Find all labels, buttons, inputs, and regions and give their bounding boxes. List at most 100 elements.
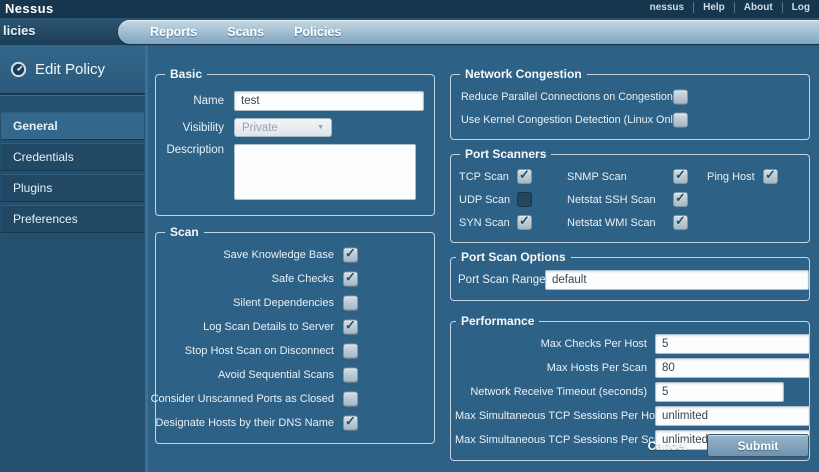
sidebar-item-credentials[interactable]: Credentials xyxy=(1,143,144,171)
checkbox-label: SNMP Scan xyxy=(567,171,673,183)
top-links: nessus Help About Log xyxy=(641,2,819,13)
designate-hosts-dns-checkbox[interactable] xyxy=(343,416,358,431)
chevron-down-icon: ▼ xyxy=(317,124,324,131)
top-link-help[interactable]: Help xyxy=(693,2,734,13)
sidebar-title: Edit Policy xyxy=(35,61,105,78)
tab-reports[interactable]: Reports xyxy=(150,25,197,39)
checkbox-label: Use Kernel Congestion Detection (Linux O… xyxy=(461,114,682,126)
safe-checks-checkbox[interactable] xyxy=(343,272,358,287)
sidebar-item-preferences[interactable]: Preferences xyxy=(1,205,144,233)
name-input[interactable] xyxy=(234,91,424,111)
checkbox-label: Avoid Sequential Scans xyxy=(218,369,334,381)
nessus-logo: Nessus xyxy=(5,1,54,16)
performance-row: Network Receive Timeout (seconds) xyxy=(455,380,805,404)
reduce-parallel-connections-checkbox[interactable] xyxy=(673,89,688,104)
checkbox-label: Netstat SSH Scan xyxy=(567,194,673,206)
scan-option-row: Designate Hosts by their DNS Name xyxy=(164,411,426,435)
scan-option-row: Avoid Sequential Scans xyxy=(164,363,426,387)
visibility-value: Private xyxy=(242,122,278,134)
netstat-ssh-scan-checkbox[interactable] xyxy=(673,192,688,207)
tcp-scan-checkbox[interactable] xyxy=(517,169,532,184)
scan-option-row: Consider Unscanned Ports as Closed xyxy=(164,387,426,411)
description-row: Description xyxy=(164,144,426,200)
port-scanners-section: Port Scanners TCP Scan SNMP Scan Ping Ho… xyxy=(450,147,810,243)
cancel-button[interactable]: Cancel xyxy=(648,439,687,453)
max-tcp-sessions-per-host-input[interactable] xyxy=(655,406,810,426)
page-title: licies xyxy=(3,23,36,38)
performance-legend: Performance xyxy=(456,314,539,328)
port-scanners-legend: Port Scanners xyxy=(460,147,551,161)
field-label: Max Hosts Per Scan xyxy=(455,362,647,374)
checkbox-label: SYN Scan xyxy=(459,217,517,229)
top-link-about[interactable]: About xyxy=(734,2,782,13)
checkbox-label: Consider Unscanned Ports as Closed xyxy=(151,393,334,405)
checkbox-label: Reduce Parallel Connections on Congestio… xyxy=(461,91,673,103)
ping-host-checkbox[interactable] xyxy=(763,169,778,184)
sidebar-item-general[interactable]: General xyxy=(1,112,144,140)
field-label: Max Checks Per Host xyxy=(455,338,647,350)
tab-scans[interactable]: Scans xyxy=(227,25,264,39)
top-bar: Nessus nessus Help About Log xyxy=(0,0,819,18)
scan-option-row: Safe Checks xyxy=(164,267,426,291)
checkbox-label: UDP Scan xyxy=(459,194,517,206)
unscanned-ports-closed-checkbox[interactable] xyxy=(343,392,358,407)
avoid-sequential-scans-checkbox[interactable] xyxy=(343,368,358,383)
basic-section: Basic Name Visibility Private ▼ Descript… xyxy=(155,67,435,216)
snmp-scan-checkbox[interactable] xyxy=(673,169,688,184)
left-column: Basic Name Visibility Private ▼ Descript… xyxy=(155,59,435,444)
edit-policy-icon xyxy=(10,61,27,78)
name-row: Name xyxy=(164,91,426,111)
performance-row: Max Simultaneous TCP Sessions Per Host xyxy=(455,404,805,428)
port-scan-range-label: Port Scan Range xyxy=(458,274,546,286)
scan-option-row: Save Knowledge Base xyxy=(164,243,426,267)
network-receive-timeout-input[interactable] xyxy=(655,382,784,402)
main-area: Edit Policy General Credentials Plugins … xyxy=(0,45,819,472)
checkbox-label: Save Knowledge Base xyxy=(223,249,334,261)
sidebar-menu: General Credentials Plugins Preferences xyxy=(0,112,145,233)
checkbox-label: Ping Host xyxy=(707,171,763,183)
port-scan-range-input[interactable] xyxy=(545,270,809,290)
kernel-congestion-detection-checkbox[interactable] xyxy=(673,112,688,127)
nav-tabs: Reports Scans Policies xyxy=(118,20,819,44)
visibility-select[interactable]: Private ▼ xyxy=(234,118,332,137)
congestion-option-row: Reduce Parallel Connections on Congestio… xyxy=(459,85,801,108)
silent-dependencies-checkbox[interactable] xyxy=(343,296,358,311)
max-hosts-per-scan-input[interactable] xyxy=(655,358,810,378)
syn-scan-checkbox[interactable] xyxy=(517,215,532,230)
checkbox-label: Designate Hosts by their DNS Name xyxy=(155,417,334,429)
port-scanners-grid: TCP Scan SNMP Scan Ping Host UDP Scan Ne… xyxy=(459,165,801,234)
description-textarea[interactable] xyxy=(234,144,416,200)
scan-legend: Scan xyxy=(165,225,204,239)
log-scan-details-checkbox[interactable] xyxy=(343,320,358,335)
save-knowledge-base-checkbox[interactable] xyxy=(343,248,358,263)
tab-policies[interactable]: Policies xyxy=(294,25,341,39)
sidebar: Edit Policy General Credentials Plugins … xyxy=(0,45,145,472)
description-label: Description xyxy=(164,144,224,156)
udp-scan-checkbox[interactable] xyxy=(517,192,532,207)
visibility-row: Visibility Private ▼ xyxy=(164,118,426,137)
checkbox-label: Safe Checks xyxy=(272,273,334,285)
right-column: Network Congestion Reduce Parallel Conne… xyxy=(450,59,810,461)
top-link-username[interactable]: nessus xyxy=(641,2,693,13)
field-label: Max Simultaneous TCP Sessions Per Host xyxy=(455,410,647,422)
top-link-logout[interactable]: Log xyxy=(782,2,819,13)
stop-host-scan-checkbox[interactable] xyxy=(343,344,358,359)
scan-section: Scan Save Knowledge Base Safe Checks Sil… xyxy=(155,225,435,444)
nav-bar: licies Reports Scans Policies xyxy=(0,18,819,45)
network-congestion-legend: Network Congestion xyxy=(460,67,587,81)
submit-button[interactable]: Submit xyxy=(707,434,809,457)
checkbox-label: Netstat WMI Scan xyxy=(567,217,673,229)
port-scan-range-row: Port Scan Range xyxy=(455,268,805,292)
congestion-option-row: Use Kernel Congestion Detection (Linux O… xyxy=(459,108,801,131)
visibility-label: Visibility xyxy=(164,122,224,134)
port-scan-options-legend: Port Scan Options xyxy=(456,250,571,264)
sidebar-item-plugins[interactable]: Plugins xyxy=(1,174,144,202)
max-checks-per-host-input[interactable] xyxy=(655,334,810,354)
content-area: Basic Name Visibility Private ▼ Descript… xyxy=(145,45,819,472)
port-scan-options-section: Port Scan Options Port Scan Range xyxy=(450,250,810,301)
performance-row: Max Hosts Per Scan xyxy=(455,356,805,380)
performance-row: Max Checks Per Host xyxy=(455,332,805,356)
netstat-wmi-scan-checkbox[interactable] xyxy=(673,215,688,230)
scan-option-row: Log Scan Details to Server xyxy=(164,315,426,339)
footer-actions: Cancel Submit xyxy=(648,434,809,457)
